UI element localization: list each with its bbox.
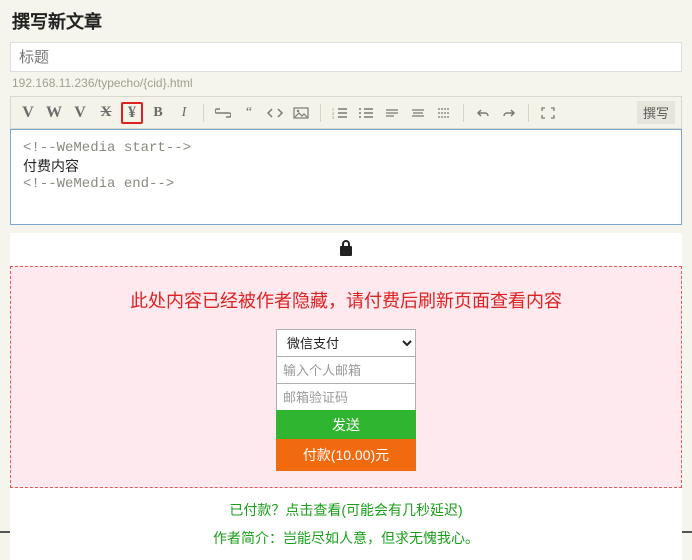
code-icon bbox=[267, 107, 283, 119]
undo-button[interactable] bbox=[472, 102, 494, 124]
toolbar-separator bbox=[463, 104, 464, 122]
author-bio: 作者简介：岂能尽如人意，但求无愧我心。 bbox=[10, 526, 682, 560]
yen-button[interactable]: ¥ bbox=[121, 102, 143, 124]
link-button[interactable] bbox=[212, 102, 234, 124]
editor-line: <!--WeMedia start--> bbox=[23, 140, 669, 156]
strike-button[interactable]: X bbox=[95, 102, 117, 124]
hr-button[interactable] bbox=[407, 102, 429, 124]
fullscreen-button[interactable] bbox=[537, 102, 559, 124]
w-button[interactable]: W bbox=[43, 102, 65, 124]
pay-button[interactable]: 付款(10.00)元 bbox=[276, 439, 416, 471]
compose-mode-button[interactable]: 撰写 bbox=[637, 101, 675, 124]
ul-button[interactable] bbox=[355, 102, 377, 124]
send-code-button[interactable]: 发送 bbox=[276, 410, 416, 440]
editor-line: <!--WeMedia end--> bbox=[23, 176, 669, 192]
link-icon bbox=[215, 108, 231, 118]
image-icon bbox=[293, 107, 309, 119]
preview-panel: 此处内容已经被作者隐藏，请付费后刷新页面查看内容 微信支付 发送 付款(10.0… bbox=[10, 233, 682, 560]
title-input[interactable] bbox=[10, 42, 682, 72]
svg-text:3: 3 bbox=[332, 115, 334, 119]
fullscreen-icon bbox=[541, 107, 555, 119]
toolbar-separator bbox=[528, 104, 529, 122]
already-paid-link[interactable]: 已付款？点击查看(可能会有几秒延迟) bbox=[10, 488, 682, 526]
bold-button[interactable]: B bbox=[147, 102, 169, 124]
hr-icon bbox=[411, 107, 425, 119]
toolbar-separator bbox=[320, 104, 321, 122]
image-button[interactable] bbox=[290, 102, 312, 124]
ordered-list-icon: 123 bbox=[332, 107, 348, 119]
quote-button[interactable]: “ bbox=[238, 102, 260, 124]
redo-button[interactable] bbox=[498, 102, 520, 124]
editor-line: 付费内容 bbox=[23, 156, 669, 176]
toolbar-separator bbox=[203, 104, 204, 122]
more-icon bbox=[437, 107, 451, 119]
undo-icon bbox=[476, 107, 490, 119]
heading-icon bbox=[385, 107, 399, 119]
editor-textarea[interactable]: <!--WeMedia start--> 付费内容 <!--WeMedia en… bbox=[10, 129, 682, 225]
paywall-form: 微信支付 发送 付款(10.00)元 bbox=[276, 329, 416, 471]
email-input[interactable] bbox=[276, 356, 416, 384]
italic-button[interactable]: I bbox=[173, 102, 195, 124]
title-input-wrap bbox=[0, 40, 692, 74]
payment-method-select[interactable]: 微信支付 bbox=[276, 329, 416, 357]
ol-button[interactable]: 123 bbox=[329, 102, 351, 124]
paywall-message: 此处内容已经被作者隐藏，请付费后刷新页面查看内容 bbox=[27, 287, 665, 313]
code-button[interactable] bbox=[264, 102, 286, 124]
editor-toolbar: V W V X ¥ B I “ 123 撰写 bbox=[10, 96, 682, 129]
unordered-list-icon bbox=[358, 107, 374, 119]
v2-button[interactable]: V bbox=[69, 102, 91, 124]
lock-icon bbox=[10, 233, 682, 266]
verify-code-input[interactable] bbox=[276, 383, 416, 411]
permalink: 192.168.11.236/typecho/{cid}.html bbox=[0, 74, 692, 96]
redo-icon bbox=[502, 107, 516, 119]
v-button[interactable]: V bbox=[17, 102, 39, 124]
paywall-box: 此处内容已经被作者隐藏，请付费后刷新页面查看内容 微信支付 发送 付款(10.0… bbox=[10, 266, 682, 488]
more-button[interactable] bbox=[433, 102, 455, 124]
heading-button[interactable] bbox=[381, 102, 403, 124]
page-title: 撰写新文章 bbox=[0, 0, 692, 40]
